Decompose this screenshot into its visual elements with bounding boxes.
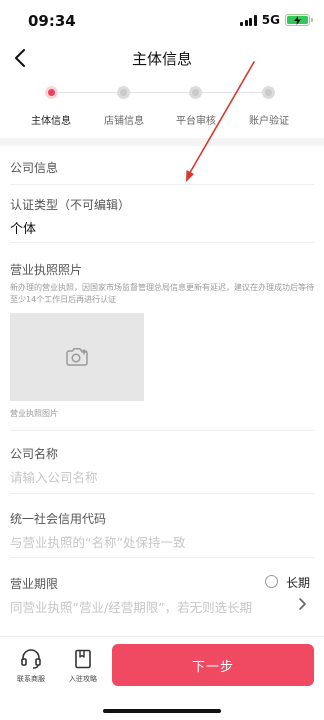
settlement-guide-button[interactable]: 入驻攻略 [59,649,107,684]
cert-type-value: 个体 [10,222,37,237]
step-dot-1 [45,86,58,99]
bottom-bar: 联系商服 入驻攻略 下一步 [0,636,324,720]
cert-type-label: 认证类型（不可编辑） [10,198,131,212]
status-indicators: 5G [240,13,313,27]
step-connector [58,92,118,93]
company-name-label: 公司名称 [10,447,59,461]
progress-steps: 主体信息 店铺信息 平台审核 账户验证 [0,80,324,136]
credit-code-label: 统一社会信用代码 [10,512,107,526]
license-upload-caption: 营业执照图片 [10,409,58,418]
status-bar: 09:34 5G [0,0,324,40]
chevron-right-icon[interactable] [296,597,308,611]
step-dot-2 [117,86,130,99]
nav-bar: 主体信息 [0,40,324,76]
next-step-button[interactable]: 下一步 [112,644,314,686]
section-title-company: 公司信息 [10,161,59,175]
battery-charging-icon [285,14,313,26]
settlement-guide-label: 入驻攻略 [69,675,97,683]
long-term-radio[interactable] [265,575,278,588]
step-connector [130,92,190,93]
section-separator [0,138,324,146]
step-dot-3 [189,86,202,99]
home-indicator [103,709,221,713]
headset-icon [21,649,41,669]
license-note: 新办理的营业执照，因国家市场监督管理总局信息更新有延迟，建议在办理成功后等待至少… [10,283,314,304]
step-label-3: 平台审核 [176,116,216,127]
divider [10,242,314,243]
company-name-input[interactable]: 请输入公司名称 [10,467,98,486]
guide-book-icon [75,649,91,669]
divider [10,493,314,494]
license-upload-button[interactable] [10,313,144,401]
step-label-2: 店铺信息 [104,116,144,127]
contact-support-label: 联系商服 [17,675,45,683]
network-label: 5G [261,13,280,27]
divider [10,430,314,431]
page-title: 主体信息 [131,50,192,68]
step-label-1: 主体信息 [31,116,71,127]
business-term-label: 营业期限 [10,577,59,591]
long-term-label: 长期 [286,576,311,590]
credit-code-input[interactable]: 与营业执照的“名称”处保持一致 [10,532,185,551]
divider [10,184,314,185]
license-label: 营业执照照片 [10,263,83,277]
status-time: 09:34 [28,12,76,30]
step-label-4: 账户验证 [249,116,289,127]
signal-icon [240,14,257,26]
business-term-input[interactable]: 同营业执照“营业/经营期限”，若无则选长期 [10,597,252,616]
camera-add-icon [66,348,88,366]
contact-support-button[interactable]: 联系商服 [7,649,55,684]
divider [10,557,314,558]
step-connector [202,92,262,93]
step-dot-4 [262,86,275,99]
